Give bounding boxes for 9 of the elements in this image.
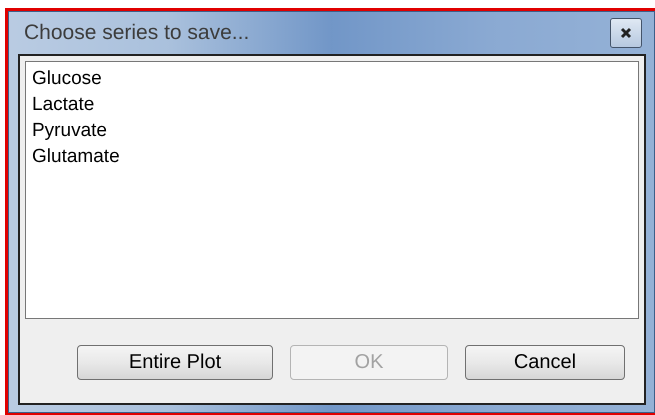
series-item[interactable]: Glucose bbox=[32, 66, 632, 92]
series-item[interactable]: Pyruvate bbox=[32, 118, 632, 144]
series-item[interactable]: Glutamate bbox=[32, 144, 632, 170]
close-button[interactable] bbox=[610, 18, 642, 48]
window-title: Choose series to save... bbox=[24, 21, 250, 45]
close-icon bbox=[620, 27, 632, 39]
dialog-button[interactable]: Cancel bbox=[465, 345, 625, 380]
dialog-button[interactable]: Entire Plot bbox=[77, 345, 273, 380]
series-item[interactable]: Lactate bbox=[32, 92, 632, 118]
